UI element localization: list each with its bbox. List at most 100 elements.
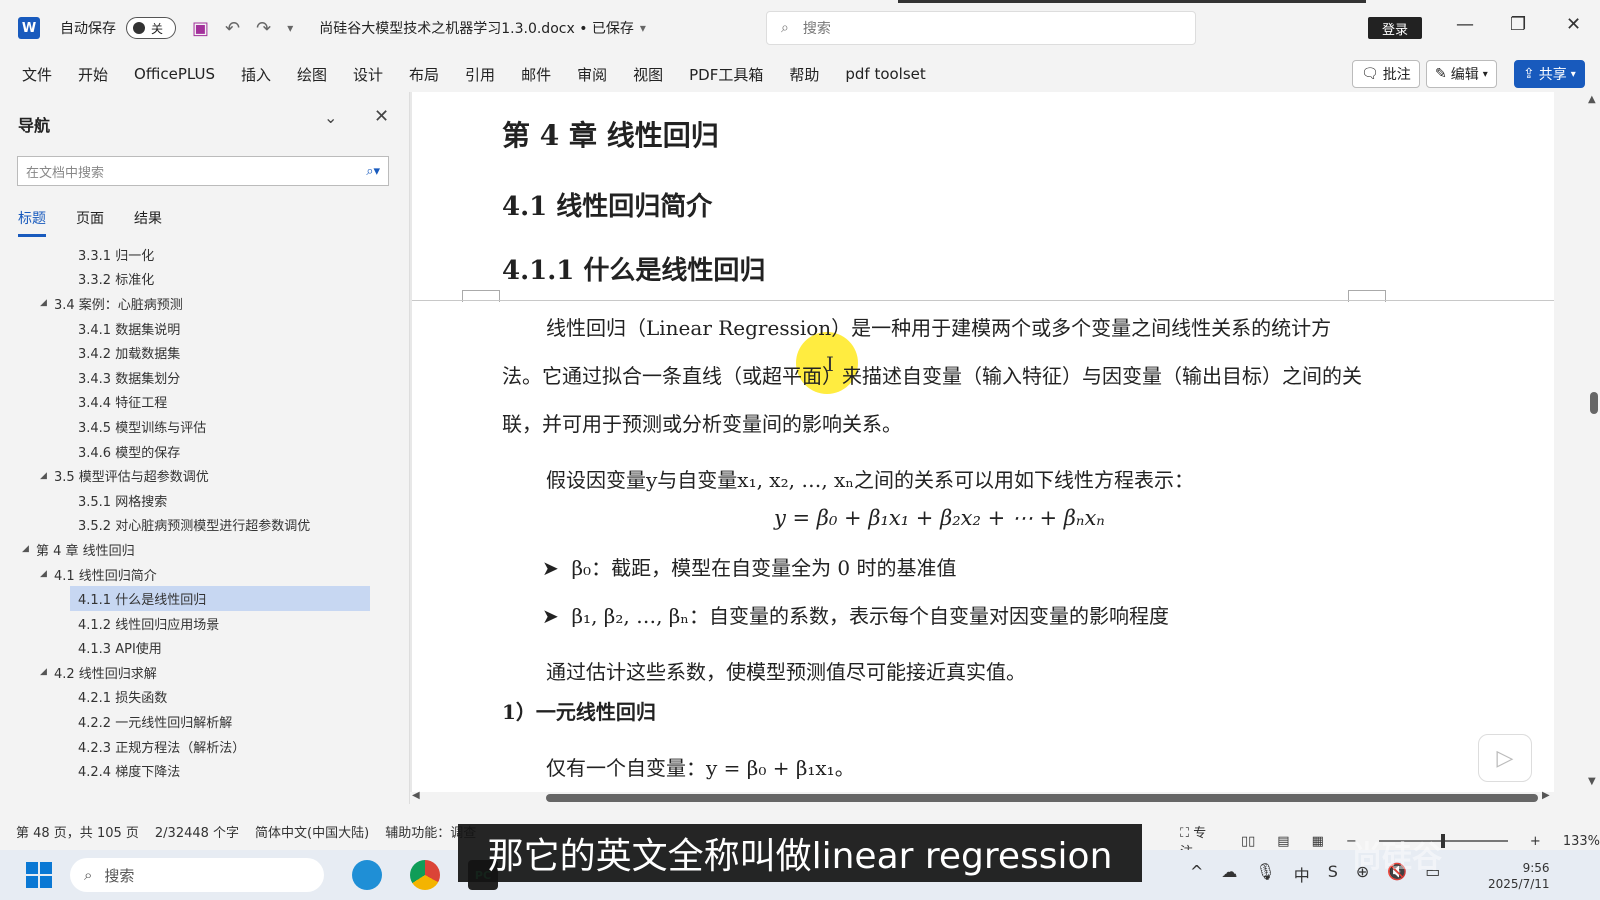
outline-item[interactable]: ◢ 第 4 章 线性回归	[0, 537, 400, 562]
search-icon[interactable]: ⌕▾	[366, 164, 380, 179]
chevron-up-icon[interactable]: ^	[1190, 862, 1203, 886]
restore-icon[interactable]: ❐	[1510, 14, 1526, 35]
collapse-arrow-icon[interactable]: ◢	[22, 544, 36, 554]
outline-item[interactable]: 3.4.3 数据集划分	[0, 365, 400, 390]
close-icon[interactable]: ✕	[1566, 14, 1581, 35]
paragraph-assumption: 假设因变量y与自变量x₁, x₂, …, xₙ之间的关系可以用如下线性方程表示：	[546, 468, 1194, 492]
language-indicator[interactable]: 简体中文(中国大陆)	[255, 822, 369, 841]
collapse-arrow-icon[interactable]: ◢	[40, 471, 54, 481]
outline-item[interactable]: 3.4.5 模型训练与评估	[0, 414, 400, 439]
chevron-down-icon[interactable]: ▾	[640, 21, 646, 35]
outline-item-label: 3.5.1 网格搜索	[78, 494, 168, 510]
tab-insert[interactable]: 插入	[228, 64, 284, 85]
app-tray-icon[interactable]: S	[1328, 862, 1338, 886]
tab-pdf-toolbox[interactable]: PDF工具箱	[676, 64, 776, 85]
tab-review[interactable]: 审阅	[564, 64, 620, 85]
tab-design[interactable]: 设计	[340, 64, 396, 85]
tab-draw[interactable]: 绘图	[284, 64, 340, 85]
outline-item[interactable]: 3.4.2 加载数据集	[0, 340, 400, 365]
outline-item[interactable]: 3.5.1 网格搜索	[0, 488, 400, 513]
cloud-icon[interactable]: ☁	[1221, 862, 1237, 886]
outline-item[interactable]: 3.4.4 特征工程	[0, 390, 400, 415]
collapse-arrow-icon[interactable]: ◢	[40, 298, 54, 308]
outline-item[interactable]: 3.3.2 标准化	[0, 267, 400, 292]
outline-item[interactable]: 3.4.1 数据集说明	[0, 316, 400, 341]
input-method-icon[interactable]: 中	[1294, 862, 1310, 886]
play-icon[interactable]: ▷	[1478, 734, 1532, 782]
outline-item[interactable]: ◢ 3.4 案例：心脏病预测	[0, 291, 400, 316]
tab-references[interactable]: 引用	[452, 64, 508, 85]
outline-item[interactable]: ◢ 4.2 线性回归求解	[0, 660, 400, 685]
edit-button[interactable]: ✎ 编辑 ▾	[1426, 60, 1497, 88]
redo-icon[interactable]: ↷	[256, 18, 271, 39]
tab-pages[interactable]: 页面	[76, 208, 104, 237]
tab-layout[interactable]: 布局	[396, 64, 452, 85]
outline-item[interactable]: 4.2.2 一元线性回归解析解	[0, 709, 400, 734]
windows-start-icon[interactable]	[26, 862, 52, 888]
outline-item[interactable]: 3.4.6 模型的保存	[0, 439, 400, 464]
arrow-bullet-icon: ➤	[542, 604, 572, 628]
tab-pdf-toolset[interactable]: pdf toolset	[832, 65, 938, 83]
heading-outline: 3.3.1 归一化 3.3.2 标准化 ◢ 3.4 案例：心脏病预测 3.4.1 数据集…	[0, 242, 400, 783]
minimize-icon[interactable]: —	[1456, 14, 1474, 35]
save-icon[interactable]: ▣	[192, 18, 209, 39]
tab-officeplus[interactable]: OfficePLUS	[121, 65, 228, 83]
section-heading: 4.1 线性回归简介	[502, 192, 713, 222]
microphone-icon[interactable]: 🎙	[1255, 862, 1275, 886]
horizontal-scrollbar[interactable]: ◀ ▶	[410, 790, 1554, 804]
outline-item[interactable]: 4.2.1 损失函数	[0, 685, 400, 710]
close-icon[interactable]: ✕	[374, 106, 389, 127]
web-layout-icon[interactable]: ▦	[1312, 834, 1324, 849]
nav-search-input[interactable]: 在文档中搜索 ⌕▾	[17, 156, 389, 186]
scroll-left-icon[interactable]: ◀	[412, 790, 420, 801]
document-page[interactable]: 第 4 章 线性回归 4.1 线性回归简介 4.1.1 什么是线性回归 线性回归…	[412, 92, 1554, 792]
outline-item[interactable]: 4.2.3 正规方程法（解析法）	[0, 734, 400, 759]
tab-home[interactable]: 开始	[65, 64, 121, 85]
vertical-scrollbar[interactable]: ▲ ▼	[1554, 92, 1600, 804]
login-button[interactable]: 登录	[1368, 17, 1422, 39]
scroll-down-icon[interactable]: ▼	[1588, 776, 1596, 787]
undo-icon[interactable]: ↶	[225, 18, 240, 39]
edge-browser-icon[interactable]	[352, 860, 382, 890]
outline-item[interactable]: 4.1.2 线性回归应用场景	[0, 611, 400, 636]
outline-item[interactable]: 3.3.1 归一化	[0, 242, 400, 267]
scroll-right-icon[interactable]: ▶	[1542, 790, 1550, 801]
autosave-toggle[interactable]: 关	[126, 17, 176, 39]
zoom-level[interactable]: 133%	[1563, 834, 1600, 849]
outline-item[interactable]: ◢ 4.1 线性回归简介	[0, 562, 400, 587]
customize-toolbar-icon[interactable]: ▾	[287, 21, 293, 35]
outline-item[interactable]: 4.1.1 什么是线性回归	[70, 586, 370, 611]
collapse-arrow-icon[interactable]: ◢	[40, 569, 54, 579]
tab-file[interactable]: 文件	[0, 64, 65, 85]
tab-view[interactable]: 视图	[620, 64, 676, 85]
word-count[interactable]: 2/32448 个字	[155, 822, 239, 841]
comment-button[interactable]: 🗨 批注	[1352, 60, 1420, 88]
system-clock[interactable]: 9:56 2025/7/11	[1488, 860, 1550, 892]
zoom-in-icon[interactable]: +	[1530, 834, 1541, 849]
page-count[interactable]: 第 48 页，共 105 页	[16, 822, 139, 841]
chrome-browser-icon[interactable]	[410, 860, 440, 890]
chevron-down-icon[interactable]: ⌄	[324, 108, 337, 127]
share-button[interactable]: ⇪ 共享 ▾	[1514, 60, 1585, 88]
scroll-thumb[interactable]	[546, 794, 1538, 802]
print-layout-icon[interactable]: ▤	[1277, 834, 1289, 849]
tab-help[interactable]: 帮助	[776, 64, 832, 85]
scroll-thumb[interactable]	[1590, 392, 1598, 414]
tab-headings[interactable]: 标题	[18, 208, 46, 237]
document-title[interactable]: 尚硅谷大模型技术之机器学习1.3.0.docx • 已保存	[319, 18, 634, 38]
edit-label: 编辑	[1450, 67, 1479, 83]
outline-item[interactable]: 3.5.2 对心脏病预测模型进行超参数调优	[0, 513, 400, 538]
taskbar-search[interactable]: ⌕ 搜索	[70, 858, 324, 892]
outline-item[interactable]: 4.1.3 API使用	[0, 636, 400, 661]
bullet-coefficients: ➤ β₁, β₂, …, βₙ：自变量的系数，表示每个自变量对因变量的影响程度	[542, 600, 1169, 629]
scroll-up-icon[interactable]: ▲	[1588, 94, 1596, 105]
outline-item[interactable]: 4.2.4 梯度下降法	[0, 758, 400, 783]
read-mode-icon[interactable]: ▯▯	[1241, 834, 1255, 849]
tab-results[interactable]: 结果	[134, 208, 162, 237]
tab-mailings[interactable]: 邮件	[508, 64, 564, 85]
search-input[interactable]: ⌕ 搜索	[766, 11, 1196, 45]
outline-item-label: 第 4 章 线性回归	[36, 543, 135, 559]
brand-watermark: 尚硅谷	[1352, 840, 1442, 875]
outline-item[interactable]: ◢ 3.5 模型评估与超参数调优	[0, 463, 400, 488]
collapse-arrow-icon[interactable]: ◢	[40, 667, 54, 677]
